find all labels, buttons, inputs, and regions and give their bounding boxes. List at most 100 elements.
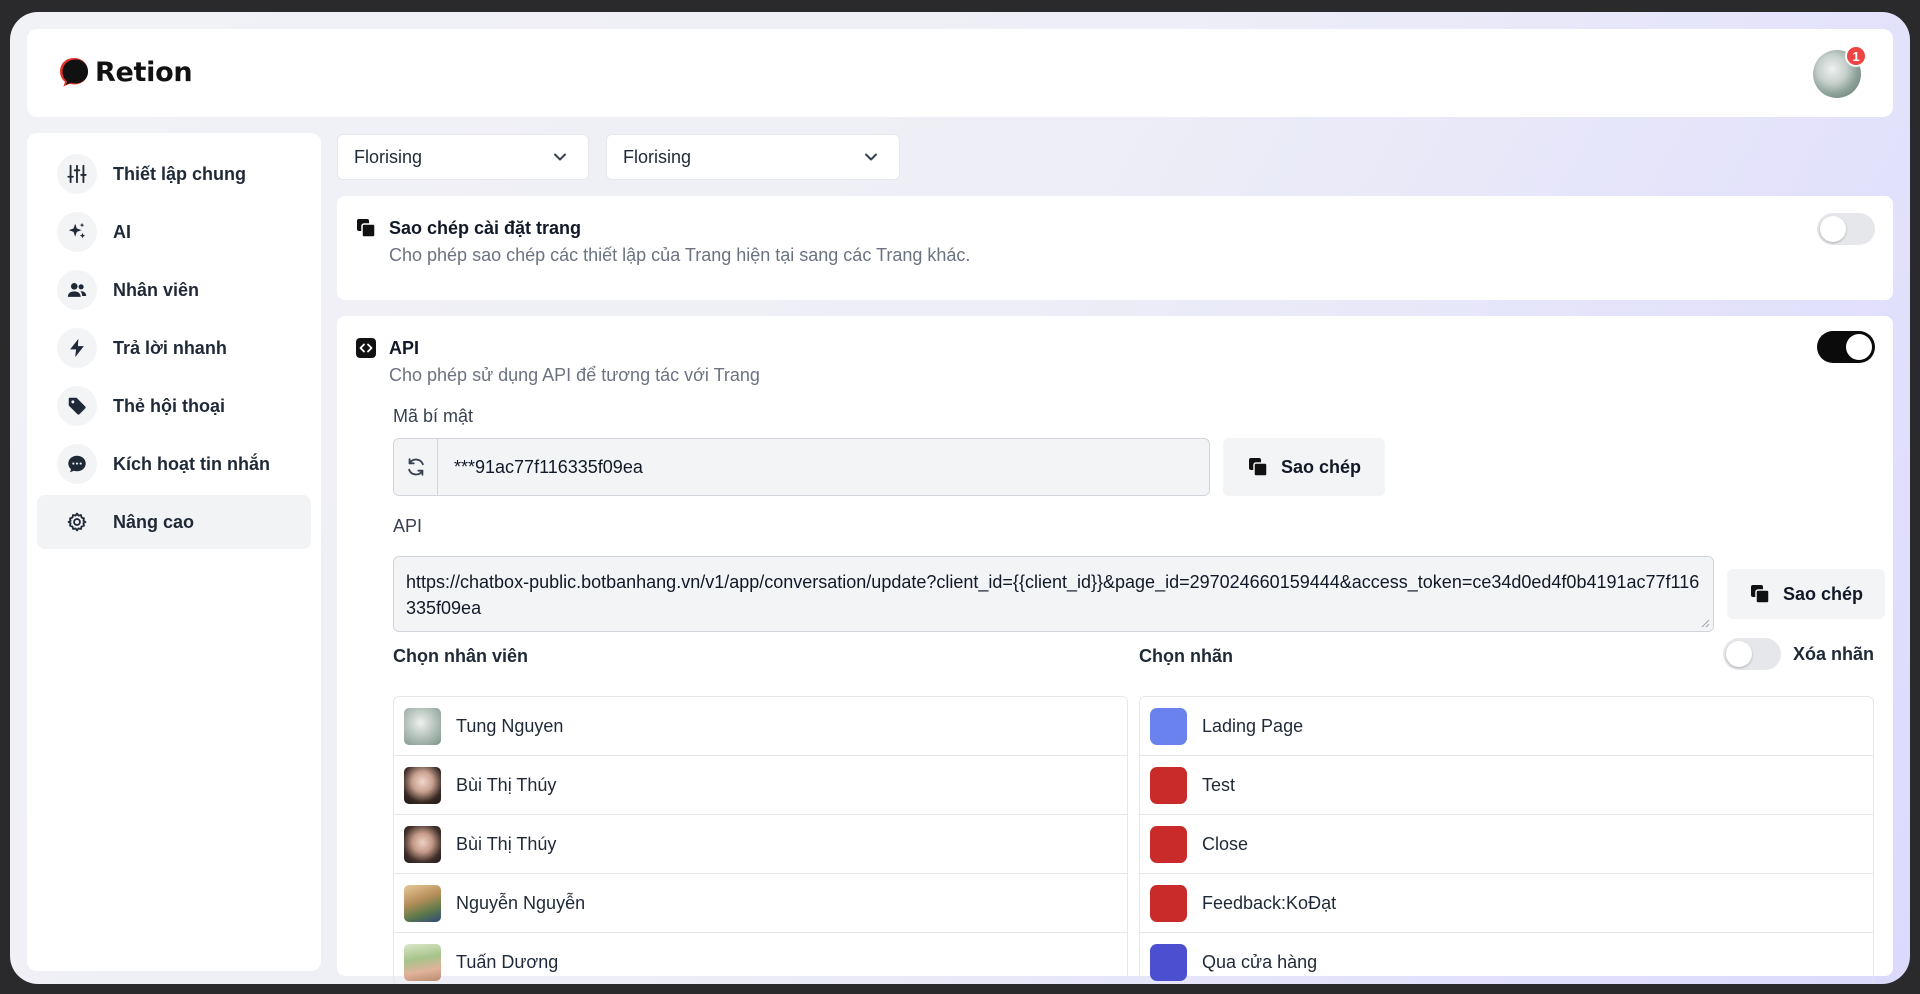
api-title: API [389,338,420,358]
copy-settings-description: Cho phép sao chép các thiết lập của Tran… [389,245,971,265]
api-card: API Cho phép sử dụng API để tương tác vớ… [337,316,1893,984]
users-icon [57,270,97,310]
sliders-icon [57,154,97,194]
label-header: Chọn nhãn Xóa nhãn [1139,638,1874,670]
user-avatar[interactable]: 1 [1813,45,1867,98]
api-toggle[interactable] [1817,331,1875,363]
code-icon [356,338,376,358]
sidebar-item-conversation-tags[interactable]: Thẻ hội thoại [37,379,311,433]
sidebar-item-label: Thẻ hội thoại [113,395,225,416]
refresh-icon [407,458,424,476]
app-window: Retion 1 Thiết lập chung AI Nhân viên Tr… [10,12,1910,984]
sidebar-item-advanced[interactable]: Nâng cao [37,495,311,549]
label-row[interactable]: Qua cửa hàng [1140,933,1873,984]
chat-bubble-icon [57,444,97,484]
label-selector: Chọn nhãn Xóa nhãn Lading Page Test Clos… [1139,638,1874,984]
resize-handle-icon[interactable] [1700,618,1710,628]
label-row[interactable]: Test [1140,756,1873,815]
label-color-swatch [1150,766,1187,804]
page-select-1-value: Florising [354,146,423,167]
toggle-knob [1846,334,1872,360]
api-header: API Cho phép sử dụng API để tương tác vớ… [355,336,760,387]
staff-avatar [404,707,441,745]
staff-row[interactable]: Bùi Thị Thúy [394,756,1127,815]
sidebar-item-message-trigger[interactable]: Kích hoạt tin nhắn [37,437,311,491]
label-name: Lading Page [1202,715,1304,736]
app-logo[interactable]: Retion [57,55,193,89]
bolt-icon [57,328,97,368]
copy-settings-toggle[interactable] [1817,213,1875,245]
staff-list: Tung Nguyen Bùi Thị Thúy Bùi Thị Thúy Ng… [393,696,1128,984]
staff-title: Chọn nhân viên [393,646,528,666]
api-description: Cho phép sử dụng API để tương tác với Tr… [389,365,760,385]
label-color-swatch [1150,707,1187,745]
staff-name: Bùi Thị Thúy [456,833,557,854]
label-row[interactable]: Feedback:KoĐạt [1140,874,1873,933]
sidebar: Thiết lập chung AI Nhân viên Trả lời nha… [27,133,321,971]
sidebar-item-label: Thiết lập chung [113,163,246,184]
sidebar-item-label: AI [113,221,131,242]
copy-icon [357,219,376,238]
copy-icon [1249,458,1268,477]
label-row[interactable]: Close [1140,815,1873,874]
staff-avatar [404,884,441,922]
staff-name: Nguyễn Nguyễn [456,892,586,913]
chevron-down-icon [865,153,877,161]
copy-api-url-button[interactable]: Sao chép [1727,569,1886,619]
toggle-knob [1820,216,1846,242]
staff-name: Tuấn Dương [456,951,559,972]
logo-icon [60,58,88,87]
page-select-2[interactable]: Florising [606,134,900,180]
copy-secret-label: Sao chép [1281,456,1362,477]
copy-icon [1751,585,1770,604]
secret-key-label: Mã bí mật [393,406,474,426]
api-url-row: https://chatbox-public.botbanhang.vn/v1/… [393,556,1886,632]
refresh-secret-button[interactable] [394,439,438,495]
page-select-2-value: Florising [623,146,692,167]
label-name: Qua cửa hàng [1202,951,1318,972]
api-url-label: API [393,516,423,536]
toggle-knob [1725,641,1752,667]
staff-row[interactable]: Nguyễn Nguyễn [394,874,1127,933]
secret-key-value[interactable]: ***91ac77f116335f09ea [438,457,643,478]
staff-avatar [404,825,441,863]
sparkles-icon [57,212,97,252]
tag-icon [57,386,97,426]
label-name: Test [1202,774,1236,795]
staff-avatar [404,943,441,981]
label-name: Close [1202,833,1249,854]
label-color-swatch [1150,825,1187,863]
copy-settings-title: Sao chép cài đặt trang [389,218,582,238]
label-name: Feedback:KoĐạt [1202,892,1337,913]
page-select-1[interactable]: Florising [337,134,589,180]
chevron-down-icon [554,153,566,161]
clear-labels-label: Xóa nhãn [1792,643,1874,664]
api-url-value: https://chatbox-public.botbanhang.vn/v1/… [406,572,1700,618]
copy-settings-header: Sao chép cài đặt trang Cho phép sao chép… [355,216,970,267]
staff-row[interactable]: Tuấn Dương [394,933,1127,984]
label-row[interactable]: Lading Page [1140,697,1873,756]
gear-icon [57,502,97,542]
label-title: Chọn nhãn [1139,646,1233,666]
label-color-swatch [1150,884,1187,922]
staff-row[interactable]: Tung Nguyen [394,697,1127,756]
sidebar-item-ai[interactable]: AI [37,205,311,259]
staff-header: Chọn nhân viên [393,646,1128,670]
sidebar-item-label: Kích hoạt tin nhắn [113,453,270,474]
copy-secret-button[interactable]: Sao chép [1223,438,1386,496]
sidebar-item-quick-reply[interactable]: Trả lời nhanh [37,321,311,375]
api-url-textarea[interactable]: https://chatbox-public.botbanhang.vn/v1/… [393,556,1714,632]
secret-key-field: ***91ac77f116335f09ea [393,438,1210,496]
staff-name: Tung Nguyen [456,715,564,736]
page-selectors: Florising Florising [337,134,1893,180]
staff-avatar [404,766,441,804]
staff-row[interactable]: Bùi Thị Thúy [394,815,1127,874]
sidebar-item-label: Nhân viên [113,279,200,300]
label-list: Lading Page Test Close Feedback:KoĐạt Qu… [1139,696,1874,984]
sidebar-item-staff[interactable]: Nhân viên [37,263,311,317]
notification-badge: 1 [1845,45,1867,67]
clear-labels-toggle[interactable] [1722,638,1781,670]
copy-settings-card: Sao chép cài đặt trang Cho phép sao chép… [337,196,1893,300]
app-name: Retion [95,56,193,88]
sidebar-item-general-settings[interactable]: Thiết lập chung [37,147,311,201]
